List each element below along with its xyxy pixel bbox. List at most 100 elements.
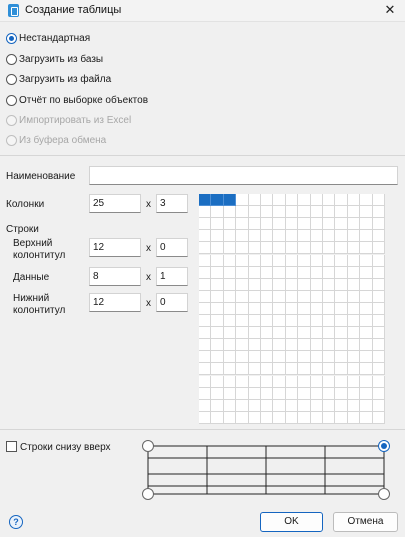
grid-cell[interactable] bbox=[285, 266, 299, 279]
grid-cell[interactable] bbox=[298, 399, 311, 412]
grid-cell[interactable] bbox=[298, 411, 311, 424]
grid-cell[interactable] bbox=[248, 266, 261, 279]
grid-cell[interactable] bbox=[285, 315, 299, 328]
grid-cell[interactable] bbox=[236, 254, 249, 267]
grid-cell[interactable] bbox=[236, 302, 249, 315]
grid-cell[interactable] bbox=[223, 375, 237, 388]
footer-height-input[interactable]: 12 bbox=[89, 293, 141, 312]
grid-cell[interactable] bbox=[199, 278, 212, 291]
grid-cell[interactable] bbox=[236, 327, 249, 340]
grid-cell[interactable] bbox=[360, 363, 373, 376]
grid-cell[interactable] bbox=[335, 399, 348, 412]
grid-cell[interactable] bbox=[323, 351, 336, 364]
grid-cell[interactable] bbox=[199, 387, 212, 400]
grid-cell[interactable] bbox=[323, 218, 336, 231]
grid-cell[interactable] bbox=[323, 411, 336, 424]
grid-cell[interactable] bbox=[261, 315, 274, 328]
grid-cell[interactable] bbox=[298, 218, 311, 231]
grid-cell[interactable] bbox=[248, 206, 261, 219]
grid-cell[interactable] bbox=[335, 315, 348, 328]
header-count-input[interactable]: 0 bbox=[156, 238, 188, 257]
grid-cell[interactable] bbox=[372, 363, 385, 376]
source-option-3[interactable]: Отчёт по выборке объектов bbox=[6, 93, 148, 107]
grid-cell[interactable] bbox=[298, 302, 311, 315]
grid-cell[interactable] bbox=[310, 266, 323, 279]
grid-cell[interactable] bbox=[261, 290, 274, 303]
grid-cell[interactable] bbox=[223, 302, 237, 315]
grid-cell[interactable] bbox=[211, 387, 224, 400]
grid-cell[interactable] bbox=[223, 363, 237, 376]
grid-cell[interactable] bbox=[285, 254, 299, 267]
grid-cell[interactable] bbox=[273, 206, 286, 219]
grid-cell[interactable] bbox=[347, 351, 361, 364]
grid-cell[interactable] bbox=[372, 194, 385, 207]
grid-cell[interactable] bbox=[323, 278, 336, 291]
grid-cell[interactable] bbox=[199, 375, 212, 388]
grid-cell[interactable] bbox=[360, 302, 373, 315]
grid-cell[interactable] bbox=[261, 339, 274, 352]
grid-cell[interactable] bbox=[372, 375, 385, 388]
grid-cell-selected[interactable] bbox=[211, 194, 224, 207]
grid-cell[interactable] bbox=[347, 399, 361, 412]
grid-cell[interactable] bbox=[223, 387, 237, 400]
grid-cell[interactable] bbox=[273, 411, 286, 424]
grid-cell[interactable] bbox=[261, 363, 274, 376]
grid-cell[interactable] bbox=[211, 327, 224, 340]
grid-cell[interactable] bbox=[273, 375, 286, 388]
grid-cell[interactable] bbox=[223, 266, 237, 279]
grid-cell[interactable] bbox=[211, 290, 224, 303]
grid-cell[interactable] bbox=[236, 242, 249, 255]
grid-cell[interactable] bbox=[347, 411, 361, 424]
grid-cell[interactable] bbox=[248, 411, 261, 424]
grid-cell[interactable] bbox=[236, 363, 249, 376]
grid-cell[interactable] bbox=[199, 315, 212, 328]
grid-cell[interactable] bbox=[199, 266, 212, 279]
grid-cell[interactable] bbox=[223, 290, 237, 303]
grid-cell[interactable] bbox=[347, 218, 361, 231]
grid-cell[interactable] bbox=[372, 411, 385, 424]
grid-cell[interactable] bbox=[236, 206, 249, 219]
grid-cell[interactable] bbox=[323, 290, 336, 303]
grid-cell[interactable] bbox=[347, 242, 361, 255]
name-input[interactable] bbox=[89, 166, 398, 185]
grid-cell[interactable] bbox=[248, 242, 261, 255]
grid-cell[interactable] bbox=[335, 230, 348, 243]
grid-cell[interactable] bbox=[261, 194, 274, 207]
grid-cell[interactable] bbox=[323, 315, 336, 328]
corner-handle-bottom-left[interactable] bbox=[142, 488, 154, 500]
grid-cell[interactable] bbox=[199, 351, 212, 364]
grid-cell[interactable] bbox=[310, 351, 323, 364]
grid-cell[interactable] bbox=[372, 351, 385, 364]
grid-cell[interactable] bbox=[360, 315, 373, 328]
grid-cell[interactable] bbox=[360, 399, 373, 412]
grid-cell[interactable] bbox=[298, 206, 311, 219]
grid-cell[interactable] bbox=[323, 302, 336, 315]
grid-cell[interactable] bbox=[199, 411, 212, 424]
grid-cell[interactable] bbox=[236, 411, 249, 424]
grid-cell[interactable] bbox=[285, 302, 299, 315]
grid-cell[interactable] bbox=[199, 242, 212, 255]
grid-cell[interactable] bbox=[261, 351, 274, 364]
grid-cell[interactable] bbox=[273, 242, 286, 255]
grid-cell[interactable] bbox=[211, 266, 224, 279]
grid-cell[interactable] bbox=[223, 206, 237, 219]
grid-cell[interactable] bbox=[347, 230, 361, 243]
grid-cell[interactable] bbox=[347, 387, 361, 400]
grid-cell[interactable] bbox=[360, 411, 373, 424]
grid-cell[interactable] bbox=[223, 230, 237, 243]
grid-cell[interactable] bbox=[310, 242, 323, 255]
grid-cell[interactable] bbox=[310, 315, 323, 328]
grid-cell[interactable] bbox=[335, 327, 348, 340]
grid-cell[interactable] bbox=[273, 218, 286, 231]
grid-cell[interactable] bbox=[261, 375, 274, 388]
grid-cell[interactable] bbox=[372, 230, 385, 243]
column-count-input[interactable]: 3 bbox=[156, 194, 188, 213]
grid-cell[interactable] bbox=[298, 315, 311, 328]
grid-cell[interactable] bbox=[261, 278, 274, 291]
grid-cell[interactable] bbox=[285, 375, 299, 388]
grid-cell[interactable] bbox=[211, 230, 224, 243]
grid-cell[interactable] bbox=[372, 315, 385, 328]
grid-cell-selected[interactable] bbox=[223, 194, 237, 207]
grid-cell[interactable] bbox=[298, 242, 311, 255]
grid-cell[interactable] bbox=[248, 375, 261, 388]
